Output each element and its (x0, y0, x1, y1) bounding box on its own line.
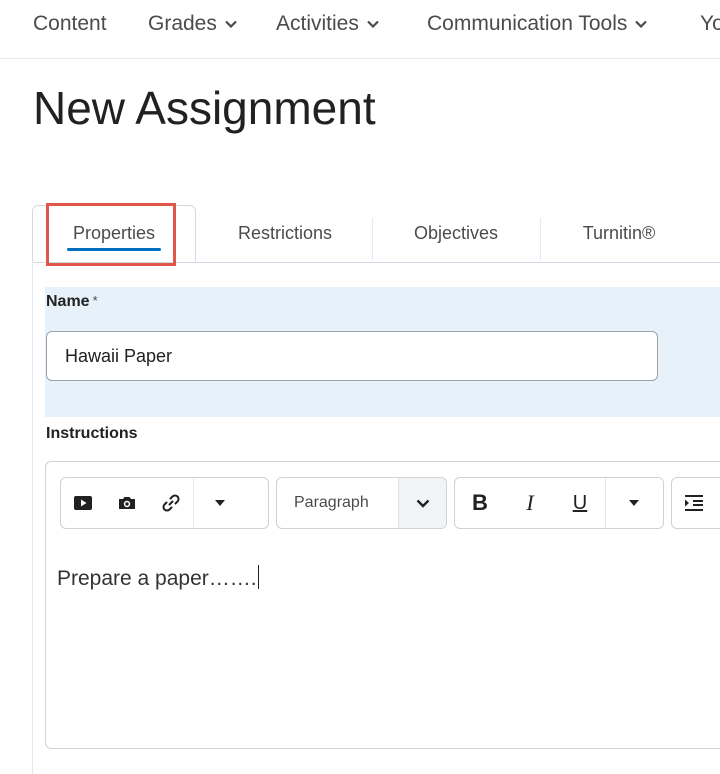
top-navigation: Content Grades Activities Communication … (0, 0, 720, 59)
indent-icon (685, 495, 703, 511)
insert-image-button[interactable] (105, 478, 149, 528)
nav-item-truncated[interactable]: Yo (700, 10, 720, 38)
nav-item-communication-tools[interactable]: Communication Tools (427, 10, 648, 38)
nav-item-label: Grades (148, 12, 217, 35)
editor-content-text: Prepare a paper……. (57, 567, 257, 590)
bold-button[interactable]: B (455, 478, 505, 528)
chevron-down-icon (367, 20, 379, 28)
camera-icon (119, 497, 135, 509)
nav-item-content[interactable]: Content (33, 10, 107, 38)
nav-item-grades[interactable]: Grades (148, 10, 237, 38)
italic-button[interactable]: I (505, 478, 555, 528)
chevron-down-icon (416, 499, 430, 508)
indent-button[interactable] (672, 478, 716, 528)
editor-content[interactable]: Prepare a paper……. (57, 565, 259, 591)
more-format-button[interactable] (606, 478, 662, 528)
tab-properties[interactable]: Properties (32, 205, 196, 262)
caret-down-icon (629, 500, 639, 506)
format-select-toggle[interactable] (398, 478, 446, 528)
name-label: Name * (46, 293, 98, 311)
page-title: New Assignment (33, 82, 376, 134)
chevron-down-icon (635, 20, 648, 28)
content-left-border (32, 262, 33, 774)
tab-separator (372, 218, 373, 260)
tab-label: Turnitin® (582, 223, 656, 243)
insert-toolbar-group (60, 477, 269, 529)
insert-media-button[interactable] (61, 478, 105, 528)
tab-restrictions[interactable]: Restrictions (202, 205, 368, 262)
caret-down-icon (215, 500, 225, 506)
format-select-value: Paragraph (294, 494, 369, 511)
indent-toolbar-group (671, 477, 720, 529)
instructions-editor[interactable]: Paragraph B I U Prepare a paper……. (45, 461, 720, 749)
tab-separator (540, 218, 541, 260)
nav-item-label: Activities (276, 12, 359, 35)
tab-label: Properties (72, 223, 156, 243)
instructions-label: Instructions (46, 425, 138, 442)
tab-bar: Properties Restrictions Objectives Turni… (32, 205, 720, 263)
text-caret (257, 565, 259, 589)
tab-objectives[interactable]: Objectives (374, 205, 538, 262)
name-input[interactable] (46, 331, 658, 381)
format-select[interactable]: Paragraph (276, 477, 447, 529)
underline-button[interactable]: U (555, 478, 605, 528)
name-label-text: Name (46, 293, 90, 310)
tab-label: Objectives (413, 223, 499, 243)
link-icon (162, 494, 180, 512)
video-play-icon (74, 496, 92, 510)
more-insert-button[interactable] (194, 478, 246, 528)
required-mark: * (92, 293, 98, 308)
chevron-down-icon (225, 20, 237, 28)
nav-item-label: Yo (700, 12, 720, 35)
nav-item-label: Communication Tools (427, 12, 628, 35)
active-tab-indicator (67, 248, 161, 251)
tab-turnitin[interactable]: Turnitin® (542, 205, 696, 262)
tab-label: Restrictions (237, 223, 333, 243)
nav-item-activities[interactable]: Activities (276, 10, 379, 38)
insert-link-button[interactable] (149, 478, 193, 528)
nav-item-label: Content (33, 12, 107, 35)
text-format-toolbar-group: B I U (454, 477, 664, 529)
